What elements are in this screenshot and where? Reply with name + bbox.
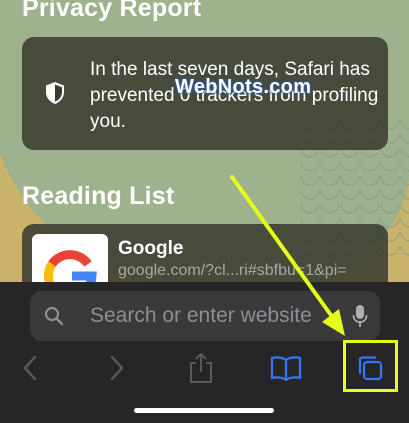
home-indicator	[134, 408, 274, 413]
forward-icon	[110, 355, 124, 381]
back-button[interactable]	[10, 350, 50, 386]
back-icon	[23, 355, 37, 381]
address-search-field[interactable]: Search or enter website	[30, 291, 380, 341]
bookmarks-icon	[270, 356, 302, 381]
reading-list-item-url: google.com/?cl...ri#sbfbu=1&pi=	[118, 262, 347, 279]
share-icon	[190, 353, 212, 383]
privacy-report-title: Privacy Report	[22, 0, 202, 22]
tabs-highlight-box	[343, 340, 398, 392]
watermark: WebNots.com	[175, 76, 312, 98]
reading-list-title: Reading List	[22, 182, 175, 210]
forward-button[interactable]	[97, 350, 137, 386]
start-page-wallpaper: Privacy Report In the last seven days, S…	[0, 0, 409, 300]
shield-icon	[46, 82, 64, 104]
share-button[interactable]	[181, 350, 221, 386]
reading-list-item-title: Google	[118, 238, 184, 259]
search-icon	[44, 306, 64, 326]
microphone-icon[interactable]	[352, 304, 368, 328]
search-placeholder: Search or enter website	[90, 304, 312, 327]
bottom-toolbar: Search or enter website	[0, 282, 409, 423]
bookmarks-button[interactable]	[266, 350, 306, 386]
